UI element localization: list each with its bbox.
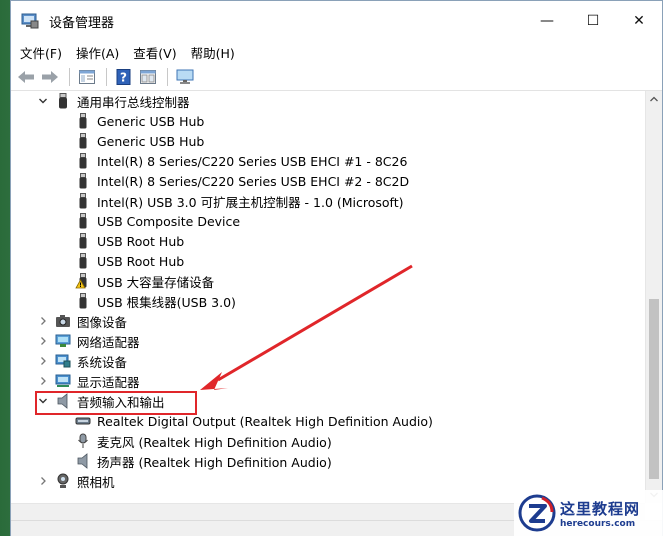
tree-node-label: 网络适配器 <box>77 334 140 350</box>
usb-plug-icon <box>75 133 91 149</box>
tree-node-label: Intel(R) 8 Series/C220 Series USB EHCI #… <box>97 153 408 169</box>
device-tree: 通用串行总线控制器 Generic USB Hub Generic USB Hu… <box>11 91 662 501</box>
usb-plug-icon <box>75 173 91 189</box>
watermark-logo-icon <box>518 494 556 532</box>
tree-node-cameras[interactable]: 照相机 <box>37 471 115 491</box>
view-icon[interactable] <box>137 66 159 88</box>
tree-node-label: 照相机 <box>77 474 115 490</box>
tree-node-label: USB 根集线器(USB 3.0) <box>97 294 236 310</box>
digital-output-icon <box>75 413 91 429</box>
tree-node-label: Generic USB Hub <box>97 113 205 129</box>
toolbar: ? <box>11 63 662 91</box>
tree-node-label: Generic USB Hub <box>97 133 205 149</box>
tree-node-label: 显示适配器 <box>77 374 140 390</box>
tree-node-label: USB Root Hub <box>97 233 185 249</box>
toolbar-separator <box>167 67 168 86</box>
tree-node-usb-device[interactable]: Generic USB Hub <box>75 131 204 151</box>
usb-plug-icon <box>75 293 91 309</box>
tree-node-label: 扬声器 (Realtek High Definition Audio) <box>97 454 332 470</box>
scrollbar-thumb[interactable] <box>649 299 659 479</box>
webcam-icon <box>55 473 71 489</box>
menu-bar: 文件(F) 操作(A) 查看(V) 帮助(H) <box>11 41 662 63</box>
usb-plug-icon <box>75 113 91 129</box>
tree-node-usb-device[interactable]: Generic USB Hub <box>75 111 204 131</box>
window-title: 设备管理器 <box>49 15 115 31</box>
usb-plug-icon <box>75 253 91 269</box>
maximize-button[interactable]: ☐ <box>570 1 616 41</box>
tree-node-display-adapters[interactable]: 显示适配器 <box>37 371 140 391</box>
menu-file[interactable]: 文件(F) <box>13 43 69 62</box>
device-manager-window: 设备管理器 — ☐ ✕ 文件(F) 操作(A) 查看(V) 帮助(H) ? 通用… <box>10 0 663 536</box>
usb-plug-icon <box>75 233 91 249</box>
menu-help[interactable]: 帮助(H) <box>184 43 242 62</box>
tree-node-label: 系统设备 <box>77 354 128 370</box>
scroll-up-icon[interactable] <box>646 91 662 107</box>
tree-node-label: Intel(R) USB 3.0 可扩展主机控制器 - 1.0 (Microso… <box>97 194 404 210</box>
tree-node-usb-device[interactable]: Intel(R) USB 3.0 可扩展主机控制器 - 1.0 (Microso… <box>75 191 404 211</box>
menu-view[interactable]: 查看(V) <box>126 43 183 62</box>
usb-plug-icon <box>75 193 91 209</box>
svg-text:?: ? <box>120 70 127 84</box>
camera-icon <box>55 313 71 329</box>
tree-node-usb-device[interactable]: USB Root Hub <box>75 251 184 271</box>
tree-node-usb-device[interactable]: USB Composite Device <box>75 211 240 231</box>
chevron-right-icon[interactable] <box>37 355 49 367</box>
display-icon <box>55 373 71 389</box>
chevron-right-icon[interactable] <box>37 335 49 347</box>
chevron-right-icon[interactable] <box>37 375 49 387</box>
watermark-cn: 这里教程网 <box>560 499 641 518</box>
close-button[interactable]: ✕ <box>616 1 662 41</box>
highlight-box <box>35 391 197 415</box>
title-bar[interactable]: 设备管理器 — ☐ ✕ <box>11 1 662 41</box>
tree-node-usb-device[interactable]: Intel(R) 8 Series/C220 Series USB EHCI #… <box>75 151 407 171</box>
chevron-right-icon[interactable] <box>37 315 49 327</box>
speaker-icon <box>75 453 91 469</box>
tree-node-system-devices[interactable]: 系统设备 <box>37 351 127 371</box>
tree-node-usb-device[interactable]: USB 根集线器(USB 3.0) <box>75 291 236 311</box>
usb-warning-icon <box>75 273 91 289</box>
tree-node-label: 通用串行总线控制器 <box>77 94 190 110</box>
tree-node-usb-device[interactable]: Intel(R) 8 Series/C220 Series USB EHCI #… <box>75 171 409 191</box>
network-icon <box>55 333 71 349</box>
watermark: 这里教程网 herecours.com <box>514 490 663 536</box>
tree-node-label: USB Root Hub <box>97 253 185 269</box>
microphone-icon <box>75 433 91 449</box>
tree-node-usb-controllers[interactable]: 通用串行总线控制器 <box>37 91 190 111</box>
properties-icon[interactable] <box>76 66 98 88</box>
back-icon[interactable] <box>15 66 37 88</box>
tree-node-label: Realtek Digital Output (Realtek High Def… <box>97 413 433 429</box>
tree-node-usb-device[interactable]: USB 大容量存储设备 <box>75 271 214 291</box>
usb-plug-icon <box>75 153 91 169</box>
tree-node-usb-device[interactable]: USB Root Hub <box>75 231 184 251</box>
vertical-scrollbar[interactable] <box>645 91 662 503</box>
forward-icon[interactable] <box>39 66 61 88</box>
help-icon[interactable]: ? <box>113 66 135 88</box>
tree-node-audio-device[interactable]: 麦克风 (Realtek High Definition Audio) <box>75 431 332 451</box>
usb-controller-icon <box>55 93 71 109</box>
system-icon <box>55 353 71 369</box>
usb-plug-icon <box>75 213 91 229</box>
watermark-en: herecours.com <box>560 518 636 529</box>
tree-node-label: USB Composite Device <box>97 213 241 229</box>
tree-node-label: 麦克风 (Realtek High Definition Audio) <box>97 434 332 450</box>
menu-action[interactable]: 操作(A) <box>69 43 126 62</box>
monitor-icon[interactable] <box>174 66 196 88</box>
chevron-right-icon[interactable] <box>37 475 49 487</box>
tree-node-imaging-devices[interactable]: 图像设备 <box>37 311 127 331</box>
minimize-button[interactable]: — <box>524 1 570 41</box>
tree-node-audio-device[interactable]: 扬声器 (Realtek High Definition Audio) <box>75 451 332 471</box>
tree-node-label: USB 大容量存储设备 <box>97 274 215 290</box>
toolbar-separator <box>106 67 107 86</box>
toolbar-separator <box>69 67 70 86</box>
device-manager-app-icon <box>21 13 39 29</box>
tree-node-label: Intel(R) 8 Series/C220 Series USB EHCI #… <box>97 173 410 189</box>
tree-node-network-adapters[interactable]: 网络适配器 <box>37 331 140 351</box>
tree-node-label: 图像设备 <box>77 314 128 330</box>
chevron-down-icon[interactable] <box>37 95 49 107</box>
